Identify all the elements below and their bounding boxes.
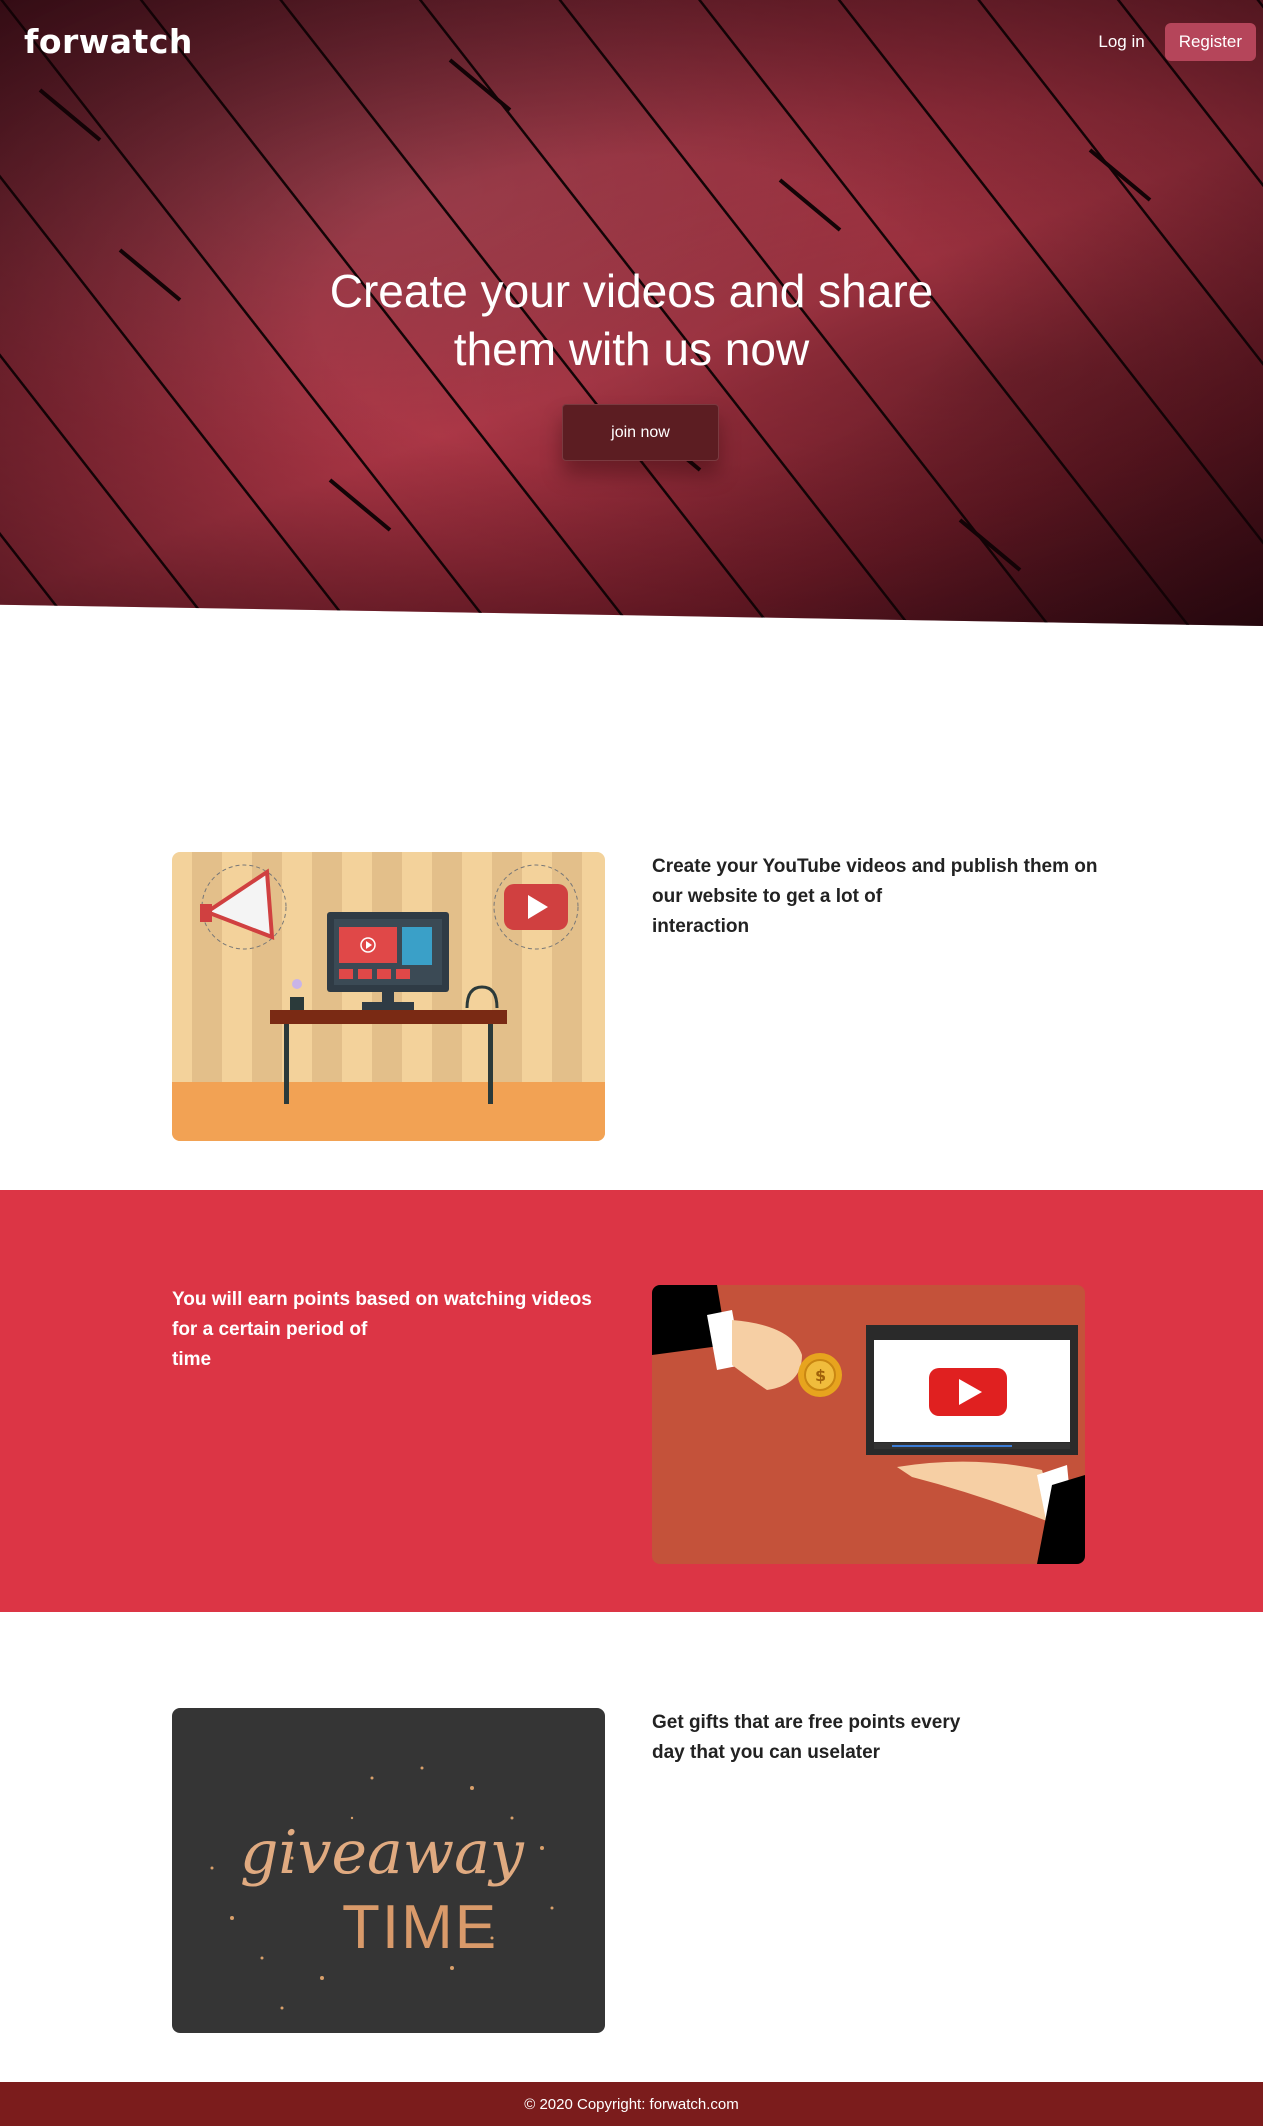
feature-1-line-1: Create your YouTube videos and publish t… — [652, 856, 1098, 877]
feature-1-line-2: our website to get a lot of — [652, 886, 883, 907]
feature-2-line-2: for a certain period of — [172, 1319, 368, 1340]
giveaway-time-illustration: giveaway TIME — [172, 1708, 605, 2033]
feature-3-text: Get gifts that are free points every day… — [652, 1708, 1072, 1768]
giveaway-image-text: giveaway — [240, 1818, 525, 1888]
feature-2-image: $ — [652, 1285, 1085, 1564]
footer-copyright: © 2020 Copyright: forwatch.com — [524, 2095, 739, 2113]
time-image-text: TIME — [342, 1893, 498, 1962]
feature-2-line-3: time — [172, 1349, 212, 1370]
hero-title-line-2: them with us now — [453, 323, 810, 375]
feature-1-line-3: interaction — [652, 916, 750, 937]
svg-text:$: $ — [815, 1366, 826, 1385]
feature-2-text: You will earn points based on watching v… — [172, 1285, 632, 1375]
feature-1-image — [172, 852, 605, 1141]
desk-computer-megaphone-illustration — [172, 852, 605, 1141]
footer: © 2020 Copyright: forwatch.com — [0, 2082, 1263, 2126]
top-nav: Log in Register — [1092, 23, 1256, 61]
join-now-button[interactable]: join now — [562, 404, 719, 461]
feature-3-image: giveaway TIME — [172, 1708, 605, 2033]
register-button[interactable]: Register — [1164, 23, 1256, 61]
feature-3-line-2: day that you can uselater — [652, 1742, 881, 1763]
feature-2-line-1: You will earn points based on watching v… — [172, 1289, 592, 1310]
brand-logo[interactable]: forwatch — [24, 22, 193, 61]
hands-coin-video-illustration: $ — [652, 1285, 1085, 1564]
hero-title-line-1: Create your videos and share — [329, 265, 934, 317]
feature-1-text: Create your YouTube videos and publish t… — [652, 852, 1122, 942]
login-link[interactable]: Log in — [1092, 24, 1150, 60]
feature-3-line-1: Get gifts that are free points every — [652, 1712, 961, 1733]
hero-title: Create your videos and share them with u… — [0, 262, 1263, 378]
